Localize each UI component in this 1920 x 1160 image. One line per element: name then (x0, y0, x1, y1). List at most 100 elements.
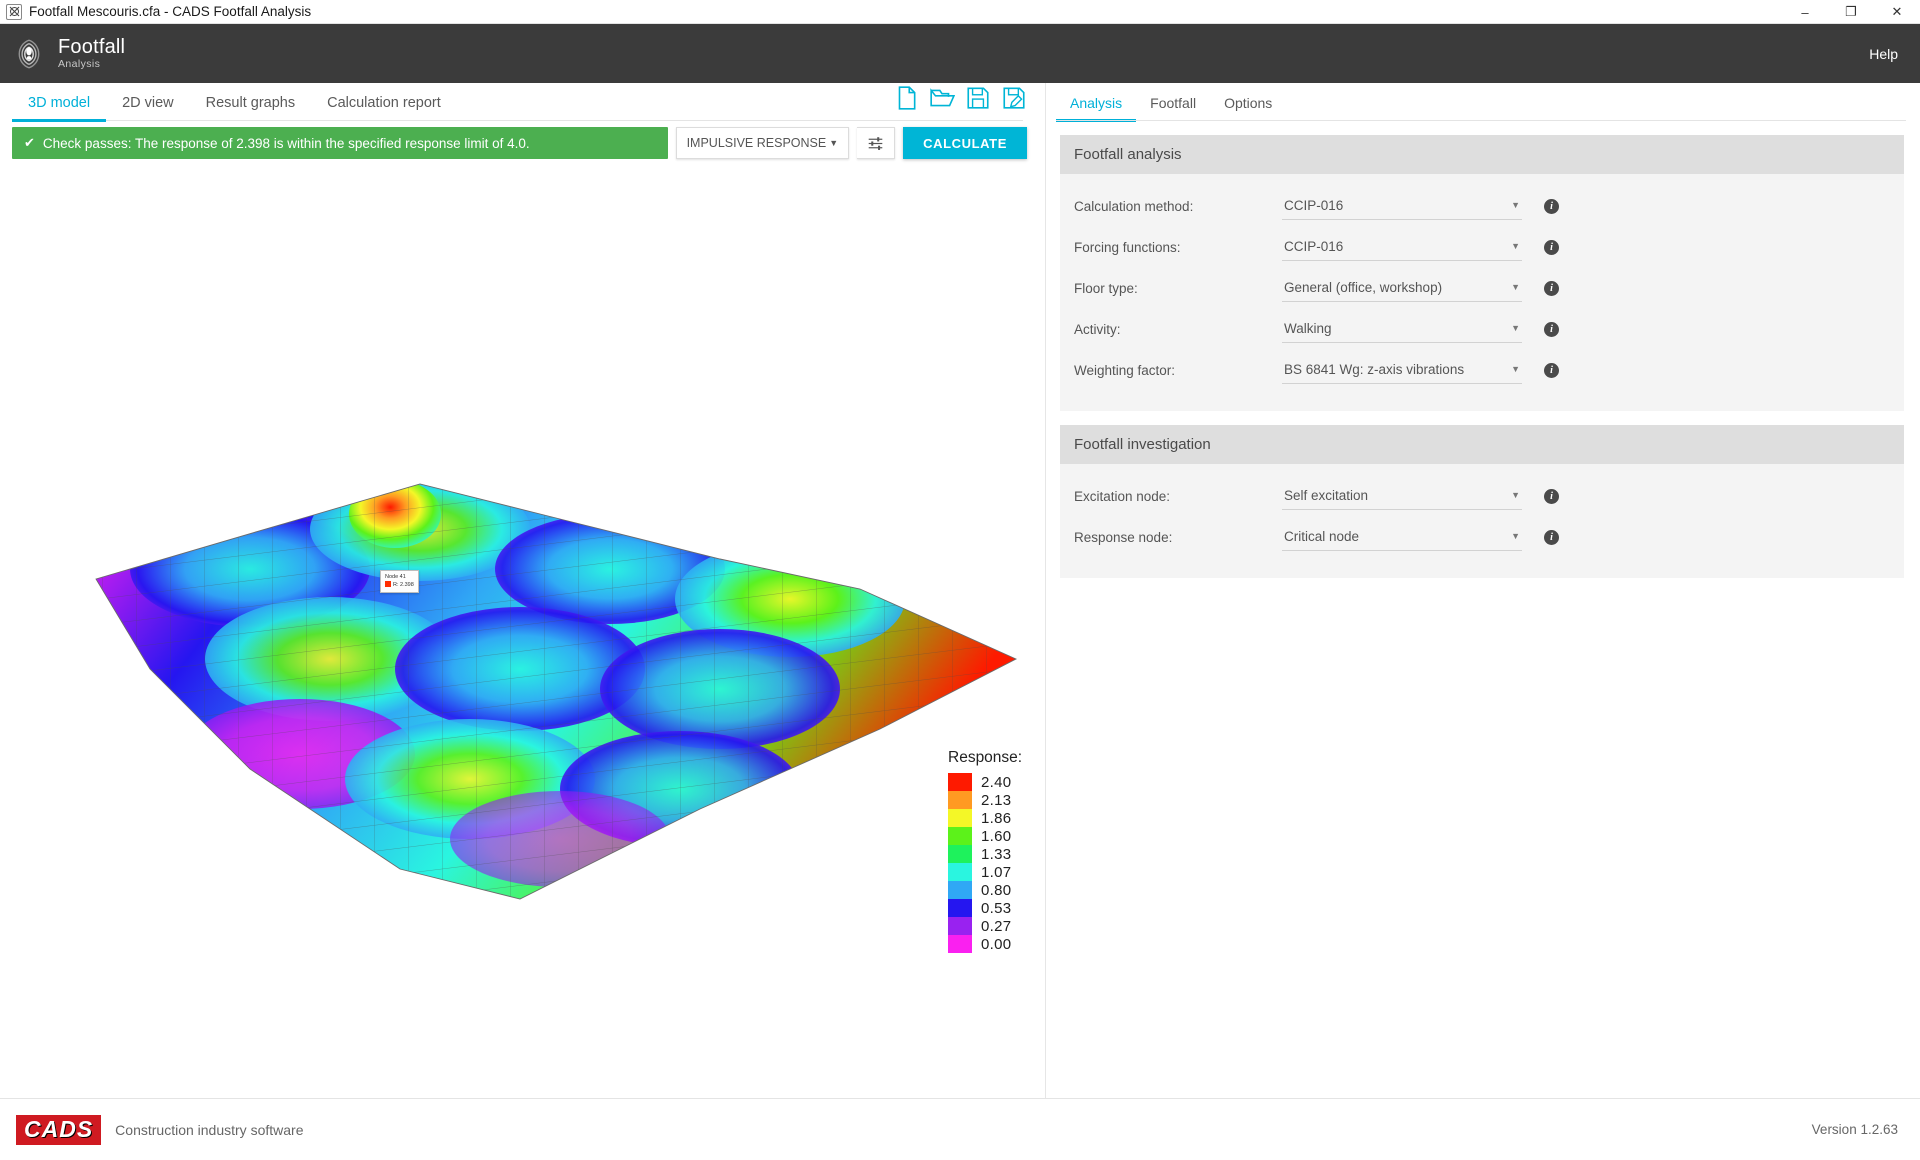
legend-value: 1.07 (981, 863, 1012, 881)
footfall-response-surface[interactable] (0, 169, 1045, 1069)
legend-item: 0.27 (948, 917, 1022, 935)
legend-swatch (948, 791, 972, 809)
legend-value: 1.86 (981, 809, 1012, 827)
info-icon[interactable]: i (1544, 322, 1559, 337)
field-label: Forcing functions: (1074, 240, 1181, 255)
tab-analysis[interactable]: Analysis (1056, 95, 1137, 122)
tab-options[interactable]: Options (1210, 95, 1286, 121)
legend-swatch (948, 899, 972, 917)
legend-value: 1.60 (981, 827, 1012, 845)
legend-swatch (948, 881, 972, 899)
node-color-swatch (385, 581, 391, 588)
field-label: Floor type: (1074, 281, 1138, 296)
new-file-icon[interactable] (893, 85, 919, 111)
chevron-down-icon: ▼ (1511, 282, 1520, 292)
footfall-investigation-header: Footfall investigation (1060, 425, 1904, 464)
form-row: Forcing functions: CCIP-016 ▼ i (1074, 227, 1890, 268)
legend-value: 0.53 (981, 899, 1012, 917)
calculate-button[interactable]: CALCULATE (903, 127, 1027, 159)
node-tooltip-name: Node 41 (385, 574, 406, 580)
dropdown-excitation-node[interactable]: Self excitation ▼ (1282, 484, 1522, 510)
legend-value: 1.33 (981, 845, 1012, 863)
chevron-down-icon: ▼ (1511, 200, 1520, 210)
tab-result-graphs[interactable]: Result graphs (190, 95, 311, 121)
window-title: Footfall Mescouris.cfa - CADS Footfall A… (29, 4, 312, 19)
tab-calculation-report[interactable]: Calculation report (311, 95, 457, 121)
legend-swatch (948, 863, 972, 881)
info-icon[interactable]: i (1544, 199, 1559, 214)
field-label: Response node: (1074, 530, 1173, 545)
legend-swatch (948, 845, 972, 863)
dropdown-value: CCIP-016 (1284, 197, 1344, 213)
legend-value: 2.13 (981, 791, 1012, 809)
close-button[interactable]: ✕ (1874, 0, 1920, 24)
legend-item: 1.60 (948, 827, 1022, 845)
tab-footfall[interactable]: Footfall (1136, 95, 1210, 121)
dropdown-calculation-method[interactable]: CCIP-016 ▼ (1282, 194, 1522, 220)
maximize-button[interactable]: ❐ (1828, 0, 1874, 24)
open-folder-icon[interactable] (929, 85, 955, 111)
dropdown-response-node[interactable]: Critical node ▼ (1282, 525, 1522, 551)
dropdown-activity[interactable]: Walking ▼ (1282, 317, 1522, 343)
save-as-icon[interactable] (1001, 85, 1027, 111)
legend-item: 0.53 (948, 899, 1022, 917)
legend-swatch (948, 827, 972, 845)
footfall-investigation-card: Footfall investigation Excitation node: S… (1060, 425, 1904, 578)
legend-value: 0.00 (981, 935, 1012, 953)
main-content: 3D model 2D view Result graphs Calculati… (0, 83, 1920, 1098)
dropdown-value: Walking (1284, 320, 1332, 336)
check-icon: ✔ (24, 135, 35, 150)
file-toolbar (893, 85, 1027, 111)
footfall-analysis-fields: Calculation method: CCIP-016 ▼ i Forcing fun… (1060, 174, 1904, 411)
info-icon[interactable]: i (1544, 240, 1559, 255)
tab-2d-view[interactable]: 2D view (106, 95, 190, 121)
footfall-analysis-card: Footfall analysis Calculation method: CCI… (1060, 135, 1904, 411)
legend-value: 0.27 (981, 917, 1012, 935)
legend-item: 1.07 (948, 863, 1022, 881)
field-label: Activity: (1074, 322, 1121, 337)
form-row: Excitation node: Self excitation ▼ i (1074, 476, 1890, 517)
dropdown-value: BS 6841 Wg: z-axis vibrations (1284, 361, 1465, 377)
footfall-investigation-fields: Excitation node: Self excitation ▼ i Respons… (1060, 464, 1904, 578)
form-row: Response node: Critical node ▼ i (1074, 517, 1890, 558)
save-icon[interactable] (965, 85, 991, 111)
brand-logo: Footfall Analysis (10, 35, 125, 73)
legend-swatch (948, 809, 972, 827)
model-viewport-3d[interactable]: Node 41 R: 2.398 Response: 2.40 2.13 1.86 1… (0, 169, 1045, 1098)
version-label: Version 1.2.63 (1811, 1122, 1898, 1137)
info-icon[interactable]: i (1544, 281, 1559, 296)
dropdown-weighting-factor[interactable]: BS 6841 Wg: z-axis vibrations ▼ (1282, 358, 1522, 384)
info-icon[interactable]: i (1544, 489, 1559, 504)
help-link[interactable]: Help (1869, 46, 1898, 62)
dropdown-floor-type[interactable]: General (office, workshop) ▼ (1282, 276, 1522, 302)
dropdown-value: Self excitation (1284, 487, 1369, 503)
legend-item: 2.13 (948, 791, 1022, 809)
footfall-analysis-header: Footfall analysis (1060, 135, 1904, 174)
dropdown-forcing-functions[interactable]: CCIP-016 ▼ (1282, 235, 1522, 261)
response-type-select[interactable]: IMPULSIVE RESPONSE ▼ (675, 127, 850, 159)
window-titlebar: Footfall Mescouris.cfa - CADS Footfall A… (0, 0, 1920, 24)
form-row: Floor type: General (office, workshop) ▼ i (1074, 268, 1890, 309)
view-tabs: 3D model 2D view Result graphs Calculati… (0, 83, 1045, 122)
info-icon[interactable]: i (1544, 363, 1559, 378)
minimize-button[interactable]: – (1782, 0, 1828, 24)
display-settings-button[interactable] (857, 127, 896, 159)
app-icon (6, 3, 22, 20)
form-row: Weighting factor: BS 6841 Wg: z-axis vibr… (1074, 350, 1890, 391)
legend-swatch (948, 917, 972, 935)
footer-tagline: Construction industry software (115, 1121, 304, 1138)
form-row: Activity: Walking ▼ i (1074, 309, 1890, 350)
footfall-waves-icon (18, 39, 40, 68)
legend-value: 2.40 (981, 773, 1012, 791)
tab-3d-model[interactable]: 3D model (12, 95, 107, 122)
legend-item: 2.40 (948, 773, 1022, 791)
info-icon[interactable]: i (1544, 530, 1559, 545)
chevron-down-icon: ▼ (1511, 323, 1520, 333)
node-tooltip-value: R: 2.398 (393, 582, 414, 589)
legend-item: 1.86 (948, 809, 1022, 827)
window-controls: – ❐ ✕ (1782, 0, 1920, 24)
dropdown-value: CCIP-016 (1284, 238, 1344, 254)
legend-item: 0.80 (948, 881, 1022, 899)
status-message: Check passes: The response of 2.398 is w… (42, 135, 530, 151)
field-label: Calculation method: (1074, 199, 1194, 214)
